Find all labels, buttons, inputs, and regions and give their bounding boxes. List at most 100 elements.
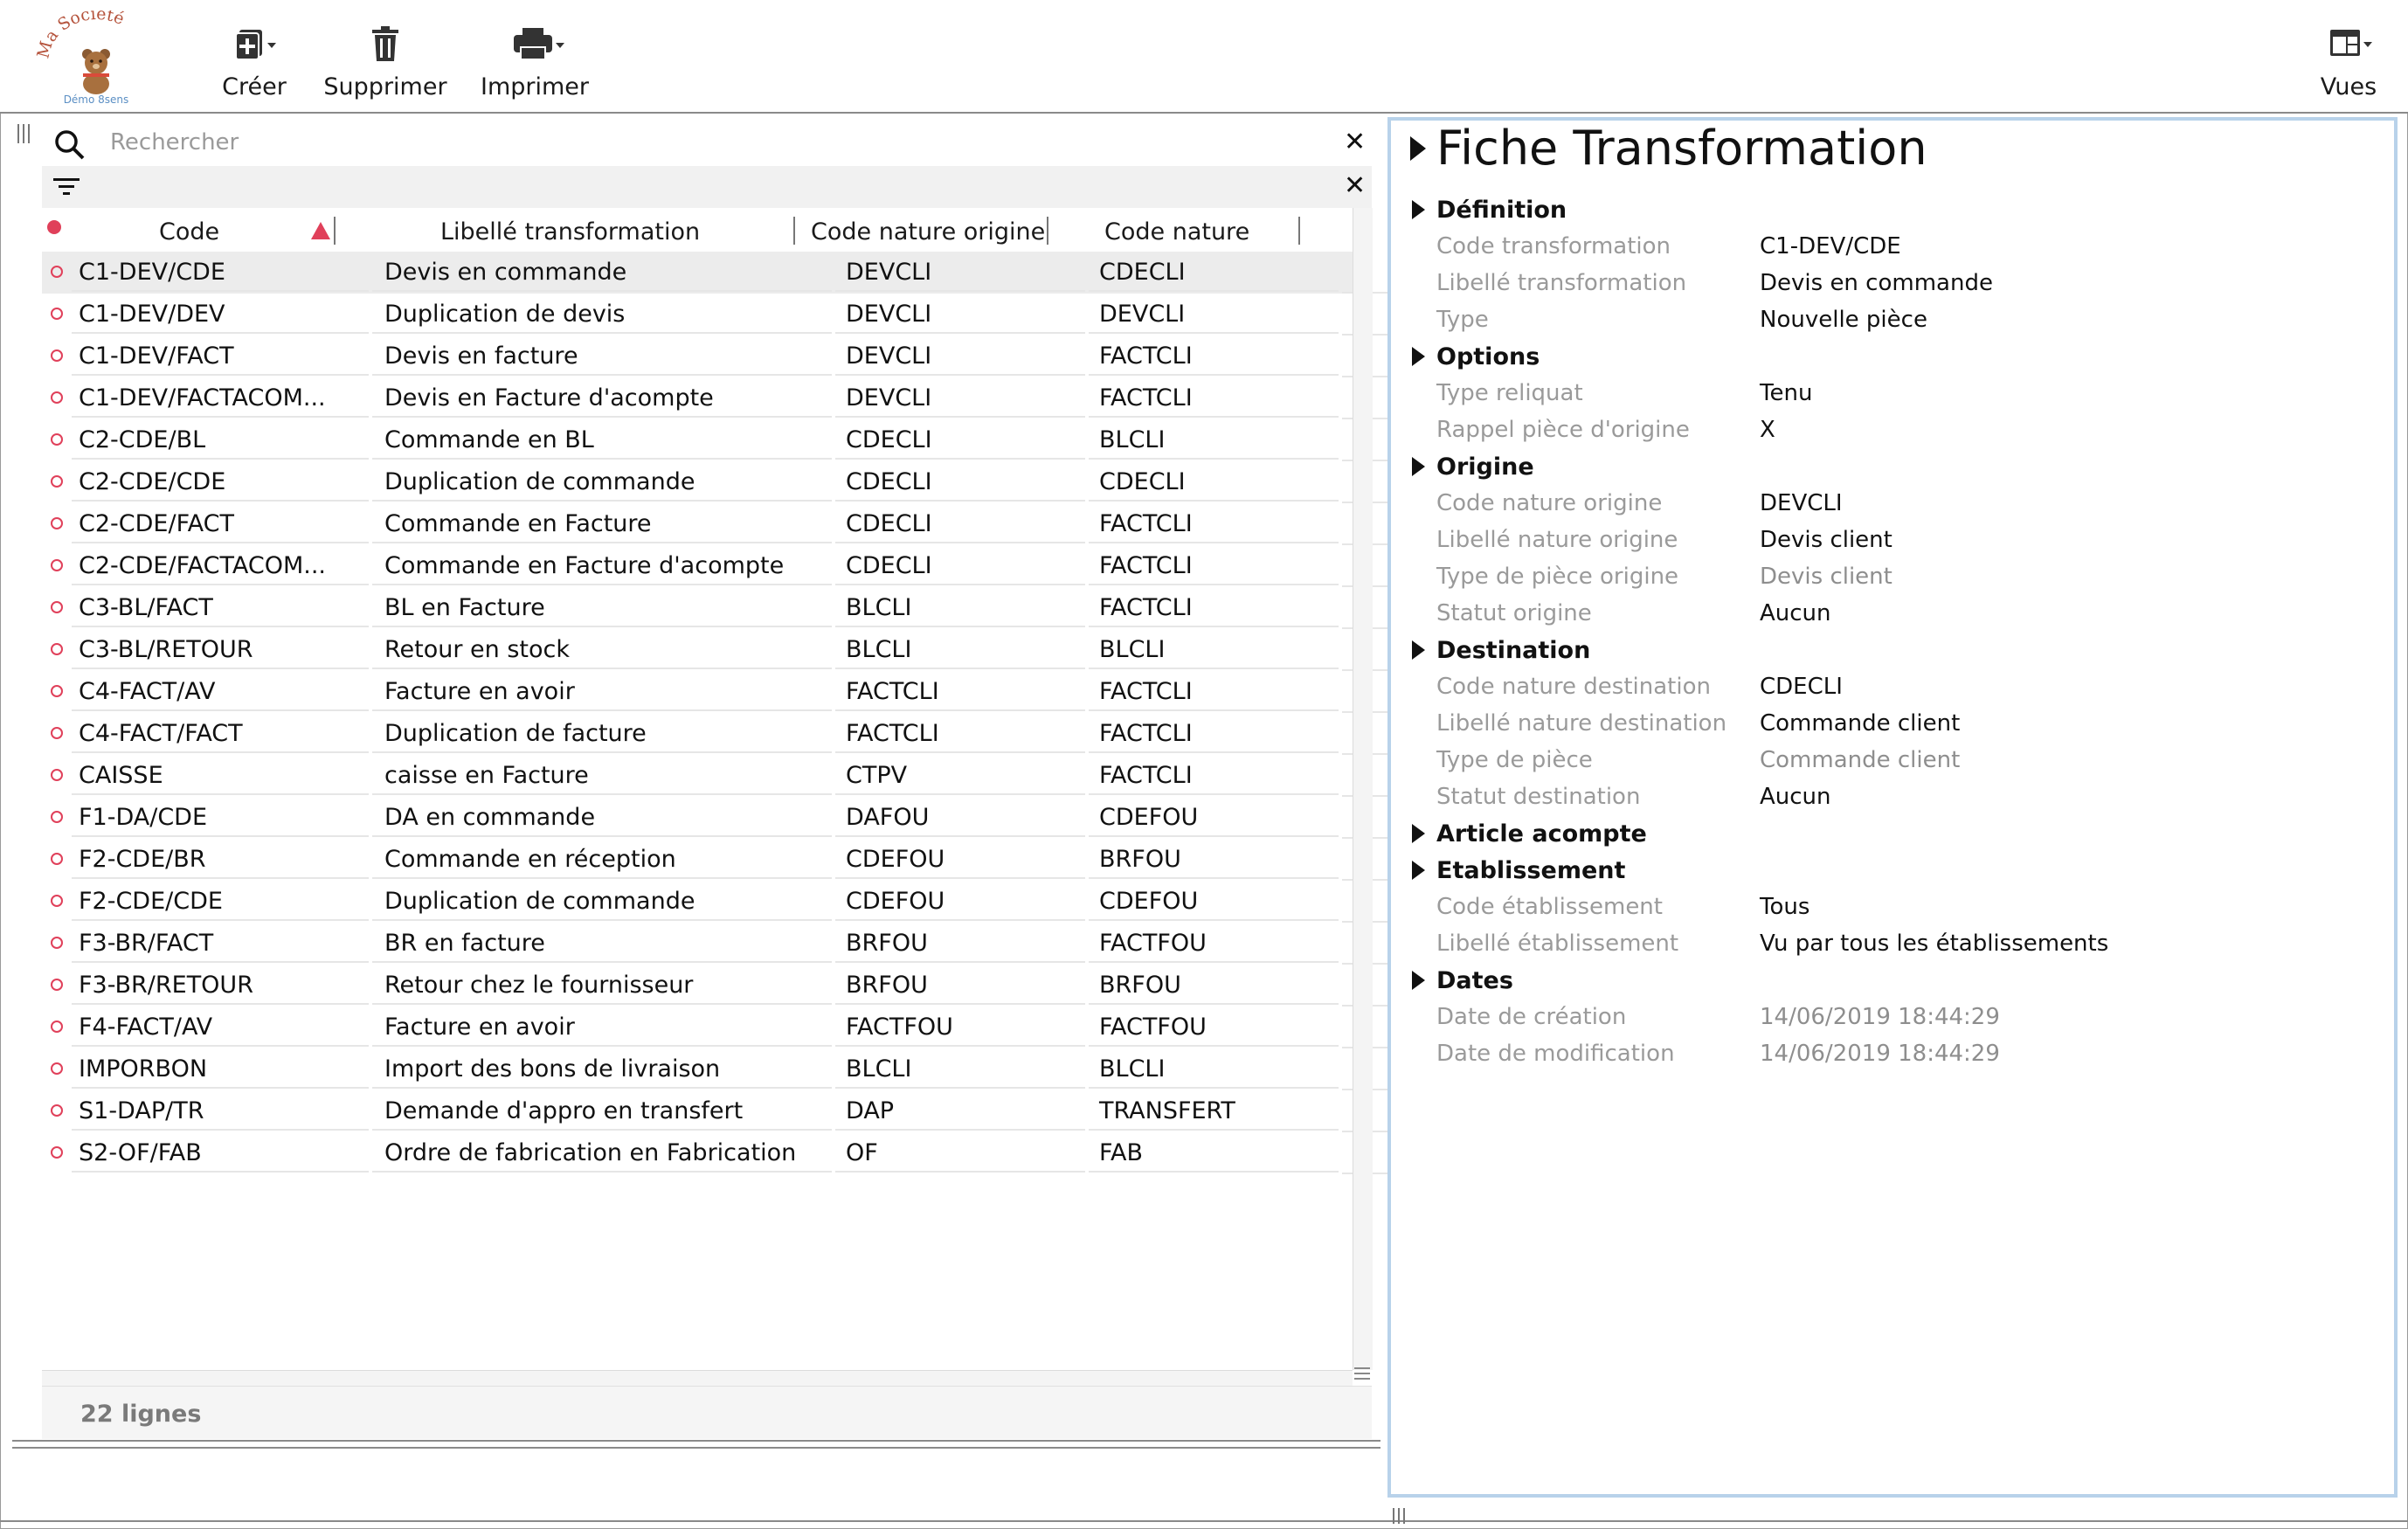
pane-resize-grip[interactable] [16, 122, 33, 147]
table-row[interactable]: C1-DEV/FACT Devis en facture DEVCLI FACTCLI [42, 336, 1394, 377]
clear-filter-icon[interactable]: ✕ [1344, 173, 1366, 199]
expand-options-icon[interactable] [1412, 347, 1425, 366]
table-row[interactable]: C1-DEV/FACTACOM... Devis en Facture d'aco… [42, 377, 1394, 419]
row-selector[interactable] [42, 1132, 68, 1173]
column-header-code[interactable]: Code [159, 218, 219, 246]
cell-code: C4-FACT/FACT [72, 713, 369, 753]
table-row[interactable]: C1-DEV/CDE Devis en commande DEVCLI CDECLI [42, 252, 1394, 294]
cell-nature: BLCLI [1089, 629, 1339, 669]
cell-nature-origine: DEVCLI [835, 252, 1085, 292]
row-selector[interactable] [42, 252, 68, 292]
table-row[interactable]: F2-CDE/CDE Duplication de commande CDEFOU C… [42, 881, 1394, 923]
column-header-nature[interactable]: Code nature [1104, 218, 1249, 246]
row-selector[interactable] [42, 1090, 68, 1131]
table-row[interactable]: C3-BL/RETOUR Retour en stock BLCLI BLCLI [42, 629, 1394, 671]
field-value: DEVCLI [1760, 490, 1843, 516]
table-row[interactable]: F3-BR/RETOUR Retour chez le fournisseur BR… [42, 965, 1394, 1007]
table-row[interactable]: CAISSE caisse en Facture CTPV FACTCLI [42, 755, 1394, 797]
column-separator[interactable] [793, 217, 795, 245]
delete-button[interactable]: Supprimer [323, 21, 447, 108]
section-dates[interactable]: Dates [1436, 967, 1513, 994]
table-row[interactable]: C2-CDE/FACT Commande en Facture CDECLI FACT… [42, 503, 1394, 545]
detail-title: Fiche Transformation [1436, 121, 1927, 176]
sort-ascending-icon [311, 222, 330, 239]
row-selector[interactable] [42, 881, 68, 921]
table-row[interactable]: S2-OF/FAB Ordre de fabrication en Fabrica… [42, 1132, 1394, 1174]
expand-article-acompte-icon[interactable] [1412, 824, 1425, 843]
expand-origine-icon[interactable] [1412, 457, 1425, 476]
column-header-libelle[interactable]: Libellé transformation [440, 218, 700, 246]
table-row[interactable]: F1-DA/CDE DA en commande DAFOU CDEFOU [42, 797, 1394, 839]
expand-dates-icon[interactable] [1412, 971, 1425, 990]
filter-icon[interactable] [52, 176, 80, 197]
search-input[interactable]: Rechercher [110, 129, 239, 156]
cell-code: F2-CDE/BR [72, 839, 369, 879]
logo-mark: Ma Société Démo 8sens [33, 4, 128, 106]
row-selector[interactable] [42, 503, 68, 543]
table-row[interactable]: C4-FACT/FACT Duplication de facture FACTCL… [42, 713, 1394, 755]
table-row[interactable]: IMPORBON Import des bons de livraison BLCL… [42, 1048, 1394, 1090]
print-button[interactable]: Imprimer [481, 21, 589, 108]
table-row[interactable]: C1-DEV/DEV Duplication de devis DEVCLI DEVC… [42, 294, 1394, 336]
table-row[interactable]: C2-CDE/FACTACOM... Commande en Facture d'… [42, 545, 1394, 587]
row-selector[interactable] [42, 923, 68, 963]
bottom-resize-grip[interactable] [1389, 1505, 1410, 1526]
column-separator[interactable] [1298, 217, 1300, 245]
row-selector[interactable] [42, 377, 68, 418]
search-icon[interactable] [52, 128, 87, 163]
table-row[interactable]: C3-BL/FACT BL en Facture BLCLI FACTCLI [42, 587, 1394, 629]
table-row[interactable]: C2-CDE/BL Commande en BL CDECLI BLCLI [42, 419, 1394, 461]
expand-definition-icon[interactable] [1412, 200, 1425, 219]
cell-libelle: Retour chez le fournisseur [372, 965, 832, 1005]
column-header-nature-origine[interactable]: Code nature origine [811, 218, 1045, 246]
cell-nature-origine: FACTFOU [835, 1007, 1085, 1047]
row-selector[interactable] [42, 587, 68, 627]
cell-nature-origine: DEVCLI [835, 336, 1085, 376]
table-row[interactable]: F3-BR/FACT BR en facture BRFOU FACTFOU [42, 923, 1394, 965]
horizontal-scrollbar[interactable] [42, 1367, 1370, 1387]
field-label: Libellé nature origine [1436, 527, 1678, 553]
row-selector[interactable] [42, 336, 68, 376]
row-selector[interactable] [42, 1048, 68, 1089]
views-button[interactable]: Vues [2307, 21, 2391, 108]
row-selector[interactable] [42, 461, 68, 502]
section-destination[interactable]: Destination [1436, 637, 1590, 664]
column-separator[interactable] [1047, 217, 1048, 245]
section-options[interactable]: Options [1436, 343, 1540, 370]
cell-nature-origine: CDECLI [835, 503, 1085, 543]
clear-search-icon[interactable]: ✕ [1344, 129, 1366, 156]
section-origine[interactable]: Origine [1436, 453, 1534, 481]
table-row[interactable]: F4-FACT/AV Facture en avoir FACTFOU FACTFOU [42, 1007, 1394, 1048]
section-definition[interactable]: Définition [1436, 197, 1567, 224]
expand-destination-icon[interactable] [1412, 640, 1425, 660]
column-separator[interactable] [334, 217, 336, 245]
row-selector[interactable] [42, 629, 68, 669]
row-selector[interactable] [42, 839, 68, 879]
table-row[interactable]: S1-DAP/TR Demande d'appro en transfert DAP… [42, 1090, 1394, 1132]
row-selector[interactable] [42, 294, 68, 334]
field-label: Date de création [1436, 1004, 1627, 1030]
vertical-scrollbar[interactable] [1353, 208, 1373, 1370]
section-etablissement[interactable]: Etablissement [1436, 857, 1625, 884]
table-row[interactable]: F2-CDE/BR Commande en réception CDEFOU BRFO… [42, 839, 1394, 881]
row-selector[interactable] [42, 755, 68, 795]
field-value: Tous [1760, 894, 1810, 920]
table-footer: 22 lignes [42, 1386, 1372, 1439]
create-button[interactable]: Créer [206, 21, 302, 108]
menu-lines-icon[interactable] [1353, 1364, 1372, 1383]
expand-etablissement-icon[interactable] [1412, 861, 1425, 880]
table-row[interactable]: C4-FACT/AV Facture en avoir FACTCLI FACTCLI [42, 671, 1394, 713]
select-all-dot[interactable] [47, 220, 61, 234]
row-selector[interactable] [42, 545, 68, 585]
cell-libelle: Duplication de facture [372, 713, 832, 753]
section-article-acompte[interactable]: Article acompte [1436, 820, 1647, 848]
row-selector[interactable] [42, 671, 68, 711]
row-selector[interactable] [42, 713, 68, 753]
row-selector[interactable] [42, 1007, 68, 1047]
collapse-title-icon[interactable] [1410, 136, 1426, 161]
cell-code: C2-CDE/FACTACOM... [72, 545, 369, 585]
table-row[interactable]: C2-CDE/CDE Duplication de commande CDECLI C… [42, 461, 1394, 503]
row-selector[interactable] [42, 797, 68, 837]
row-selector[interactable] [42, 965, 68, 1005]
row-selector[interactable] [42, 419, 68, 460]
